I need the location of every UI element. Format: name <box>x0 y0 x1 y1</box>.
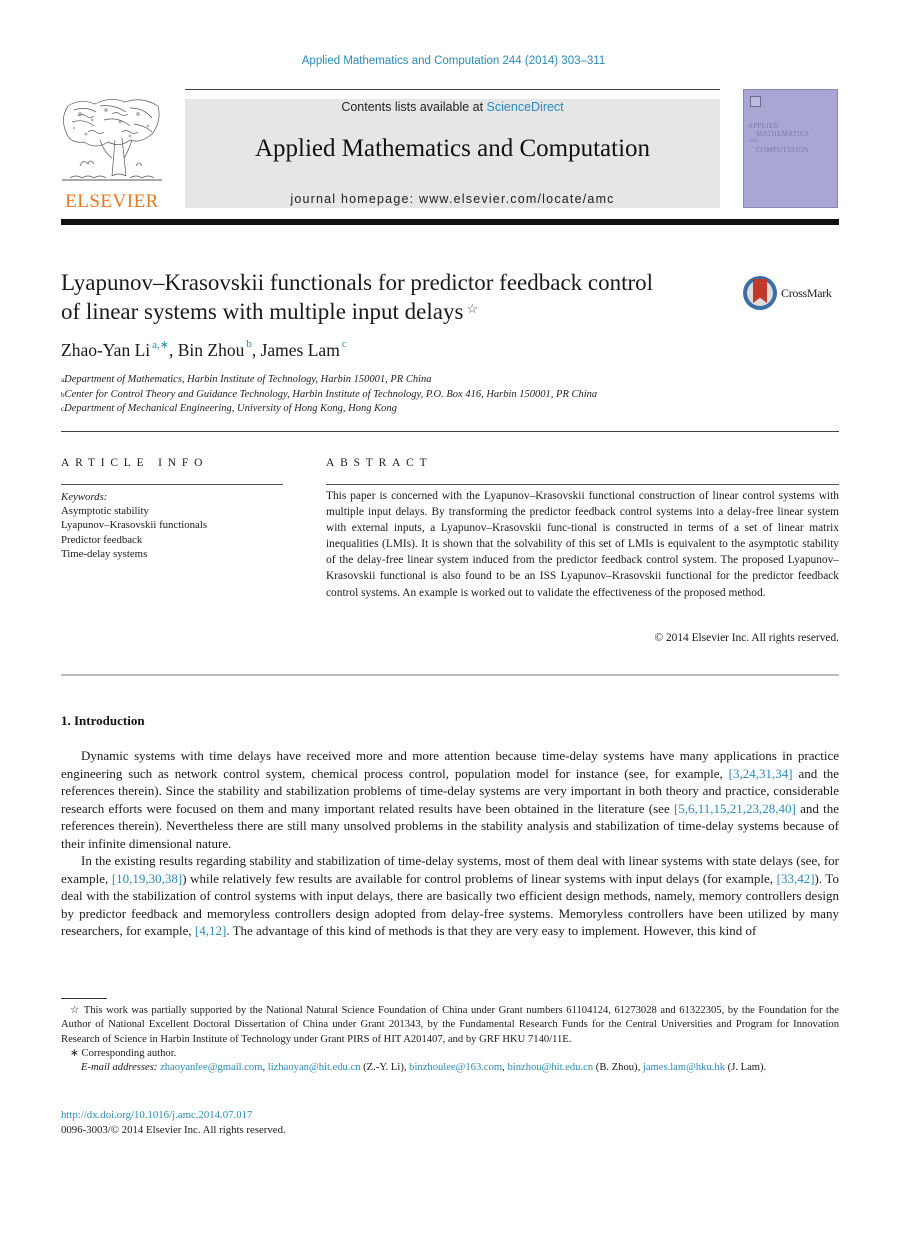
article-info-heading: ARTICLE INFO <box>61 457 209 469</box>
email-link[interactable]: lizhaoyan@hit.edu.cn <box>268 1062 361 1073</box>
paragraph-text: ) while relatively few results are avail… <box>182 870 777 886</box>
author-name: Bin Zhou <box>177 340 245 360</box>
email-footnote: E-mail addresses: zhaoyanlee@gmail.com, … <box>61 1061 839 1075</box>
article-title: Lyapunov–Krasovskii functionals for pred… <box>61 268 741 326</box>
email-link[interactable]: zhaoyanlee@gmail.com <box>160 1062 262 1073</box>
journal-reference-link[interactable]: Applied Mathematics and Computation 244 … <box>0 55 907 67</box>
affiliation-item: cDepartment of Mechanical Engineering, U… <box>61 402 597 417</box>
author-affiliation-mark[interactable]: b <box>246 338 252 350</box>
email-link[interactable]: binzhoulee@163.com <box>409 1062 502 1073</box>
author-affiliation-mark[interactable]: c <box>342 338 347 350</box>
paragraph: Dynamic systems with time delays have re… <box>61 747 839 852</box>
title-line-2: of linear systems with multiple input de… <box>61 299 464 324</box>
title-footnote-star-icon[interactable]: ☆ <box>466 301 478 316</box>
journal-cover-thumbnail[interactable]: APPLIED MATHEMATICS AND COMPUTATION <box>743 89 838 208</box>
email-link[interactable]: james.lam@hku.hk <box>643 1062 725 1073</box>
keyword-item: Lyapunov–Krasovskii functionals <box>61 519 208 532</box>
divider <box>61 484 283 485</box>
corresponding-footnote: ∗ Corresponding author. <box>61 1047 839 1061</box>
asterisk-icon: ∗ <box>70 1047 79 1059</box>
doi-block: http://dx.doi.org/10.1016/j.amc.2014.07.… <box>61 1108 286 1137</box>
funding-footnote: ☆ This work was partially supported by t… <box>61 1004 839 1047</box>
author-separator: , <box>251 340 261 360</box>
author-affiliation-mark[interactable]: a,∗ <box>152 339 169 351</box>
author-separator: , <box>168 340 178 360</box>
journal-title: Applied Mathematics and Computation <box>254 135 651 162</box>
keywords-block: Keywords: Asymptotic stability Lyapunov–… <box>61 490 207 561</box>
paragraph-text: Dynamic systems with time delays have re… <box>61 748 839 781</box>
divider <box>61 674 839 676</box>
keyword-item: Predictor feedback <box>61 533 143 546</box>
citation-link[interactable]: [33,42] <box>777 871 815 886</box>
keyword-item: Asymptotic stability <box>61 505 149 518</box>
journal-masthead: Contents lists available at ScienceDirec… <box>185 99 720 208</box>
email-owner: (B. Zhou), <box>593 1062 643 1074</box>
crossmark-badge[interactable]: CrossMark <box>743 276 843 312</box>
crossmark-label: CrossMark <box>781 286 832 300</box>
footnotes: ☆ This work was partially supported by t… <box>61 1004 839 1075</box>
affiliation-text: Center for Control Theory and Guidance T… <box>64 388 598 400</box>
footnote-star-icon: ☆ <box>70 1005 81 1016</box>
abstract-heading: ABSTRACT <box>326 457 433 469</box>
elsevier-tree-icon <box>62 99 162 181</box>
cover-text: COMPUTATION <box>756 146 809 154</box>
header-rule <box>185 89 720 90</box>
introduction-body: Dynamic systems with time delays have re… <box>61 747 839 940</box>
citation-link[interactable]: [4,12] <box>195 923 226 938</box>
doi-link[interactable]: http://dx.doi.org/10.1016/j.amc.2014.07.… <box>61 1108 286 1123</box>
abstract-text: This paper is concerned with the Lyapuno… <box>326 490 839 599</box>
citation-link[interactable]: [3,24,31,34] <box>729 766 793 781</box>
keywords-label: Keywords: <box>61 491 108 503</box>
divider <box>61 431 839 432</box>
contents-list-line: Contents lists available at ScienceDirec… <box>185 100 720 114</box>
paragraph-text: . The advantage of this kind of methods … <box>226 923 757 938</box>
citation-link[interactable]: [5,6,11,15,21,23,28,40] <box>674 801 796 816</box>
cover-logo-icon <box>750 96 761 107</box>
cover-text: MATHEMATICS <box>756 130 810 138</box>
author-name: Zhao-Yan Li <box>61 340 151 360</box>
affiliation-item: aDepartment of Mathematics, Harbin Insti… <box>61 373 597 388</box>
affiliation-item: bCenter for Control Theory and Guidance … <box>61 388 597 403</box>
footnote-text: This work was partially supported by the… <box>61 1005 839 1045</box>
elsevier-wordmark: ELSEVIER <box>65 191 159 212</box>
affiliation-text: Department of Mechanical Engineering, Un… <box>64 403 397 414</box>
elsevier-logo[interactable]: ELSEVIER <box>60 96 164 212</box>
paragraph: In the existing results regarding stabil… <box>61 852 839 940</box>
email-link[interactable]: binzhou@hit.edu.cn <box>507 1062 593 1073</box>
cover-text: AND <box>748 138 757 143</box>
divider <box>326 484 839 485</box>
affiliations: aDepartment of Mathematics, Harbin Insti… <box>61 373 597 417</box>
author-list: Zhao-Yan Li a,∗, Bin Zhou b, James Lam c <box>61 338 347 361</box>
email-label: E-mail addresses: <box>81 1062 158 1074</box>
author-name: James Lam <box>260 340 340 360</box>
section-heading-introduction: 1. Introduction <box>61 713 145 728</box>
affiliation-text: Department of Mathematics, Harbin Instit… <box>64 374 432 385</box>
masthead-bottom-rule <box>61 219 839 225</box>
journal-homepage-link[interactable]: journal homepage: www.elsevier.com/locat… <box>185 192 720 206</box>
abstract-copyright: © 2014 Elsevier Inc. All rights reserved… <box>654 632 839 644</box>
citation-link[interactable]: [10,19,30,38] <box>112 871 182 886</box>
issn-copyright: 0096-3003/© 2014 Elsevier Inc. All right… <box>61 1123 286 1136</box>
keyword-item: Time-delay systems <box>61 547 148 560</box>
email-owner: (J. Lam). <box>725 1062 767 1074</box>
title-line-1: Lyapunov–Krasovskii functionals for pred… <box>61 270 654 295</box>
contents-prefix: Contents lists available at <box>341 100 487 114</box>
footnote-rule <box>61 998 107 999</box>
footnote-text: Corresponding author. <box>81 1047 177 1059</box>
cover-text: APPLIED <box>748 122 779 130</box>
email-owner: (Z.-Y. Li), <box>360 1062 410 1074</box>
sciencedirect-link[interactable]: ScienceDirect <box>487 100 564 114</box>
